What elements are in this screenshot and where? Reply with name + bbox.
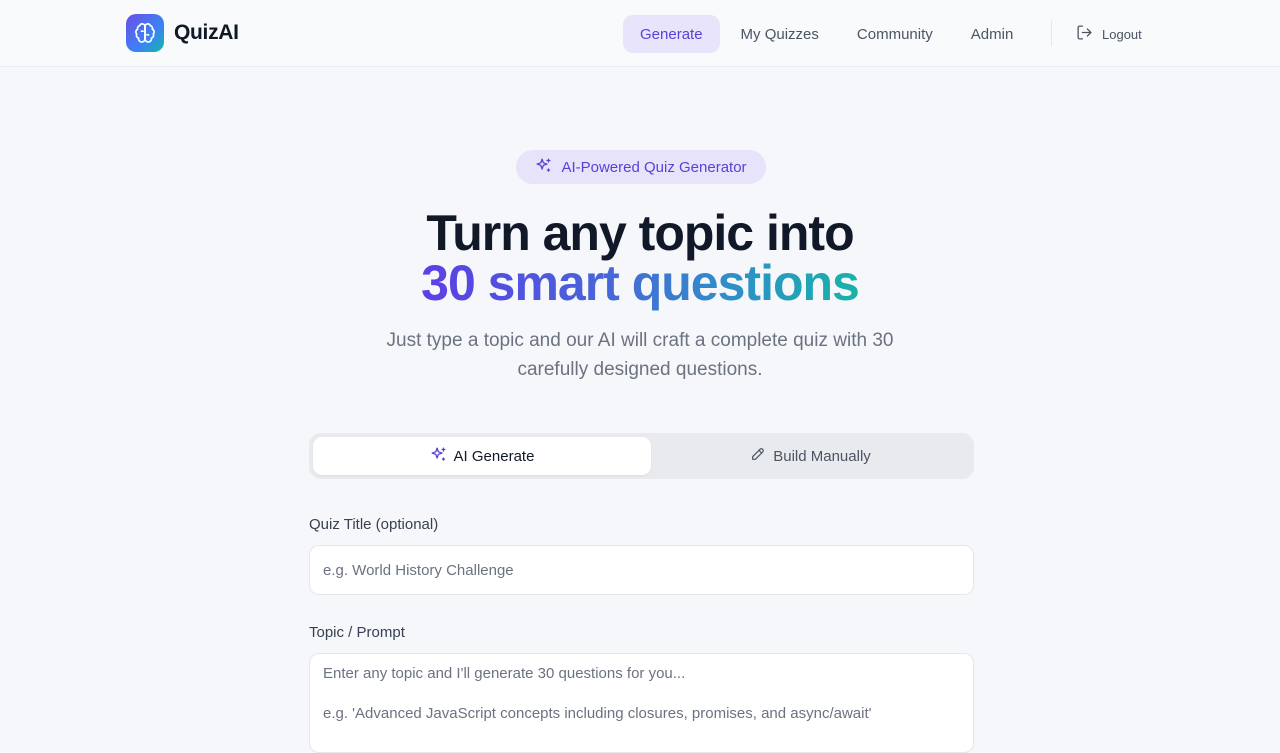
logout-icon bbox=[1076, 24, 1102, 44]
sparkles-icon bbox=[430, 446, 454, 467]
quiz-title-input[interactable] bbox=[309, 545, 974, 595]
main-nav: Generate My Quizzes Community Admin bbox=[623, 15, 1034, 53]
hero-title-line2: 30 smart questions bbox=[0, 254, 1280, 312]
sparkles-icon bbox=[535, 157, 561, 178]
nav-item-community[interactable]: Community bbox=[840, 15, 950, 53]
nav-item-my-quizzes[interactable]: My Quizzes bbox=[724, 15, 836, 53]
nav-item-generate[interactable]: Generate bbox=[623, 15, 720, 53]
brain-icon bbox=[126, 14, 164, 52]
tab-ai-generate[interactable]: AI Generate bbox=[313, 437, 651, 475]
tab-build-manually-label: Build Manually bbox=[773, 447, 871, 465]
hero-badge: AI-Powered Quiz Generator bbox=[516, 150, 766, 184]
brand-name: QuizAI bbox=[174, 21, 239, 44]
topic-prompt-label: Topic / Prompt bbox=[309, 624, 405, 641]
hero-title-gradient-text: 30 smart questions bbox=[421, 255, 860, 311]
brand[interactable]: QuizAI bbox=[126, 14, 239, 52]
hero-badge-text: AI-Powered Quiz Generator bbox=[561, 158, 747, 176]
quiz-title-label: Quiz Title (optional) bbox=[309, 516, 439, 533]
topic-prompt-textarea[interactable] bbox=[309, 653, 974, 753]
nav-item-admin[interactable]: Admin bbox=[954, 15, 1031, 53]
hero-subtitle: Just type a topic and our AI will craft … bbox=[386, 330, 894, 380]
tab-build-manually[interactable]: Build Manually bbox=[651, 437, 970, 475]
mode-tabs: AI Generate Build Manually bbox=[309, 433, 974, 479]
tab-ai-generate-label: AI Generate bbox=[453, 447, 535, 465]
nav-divider bbox=[1051, 20, 1052, 46]
pencil-icon bbox=[750, 446, 773, 466]
logout-button[interactable]: Logout bbox=[1076, 24, 1142, 44]
top-navbar: QuizAI Generate My Quizzes Community Adm… bbox=[0, 0, 1280, 67]
logout-label: Logout bbox=[1102, 26, 1142, 42]
